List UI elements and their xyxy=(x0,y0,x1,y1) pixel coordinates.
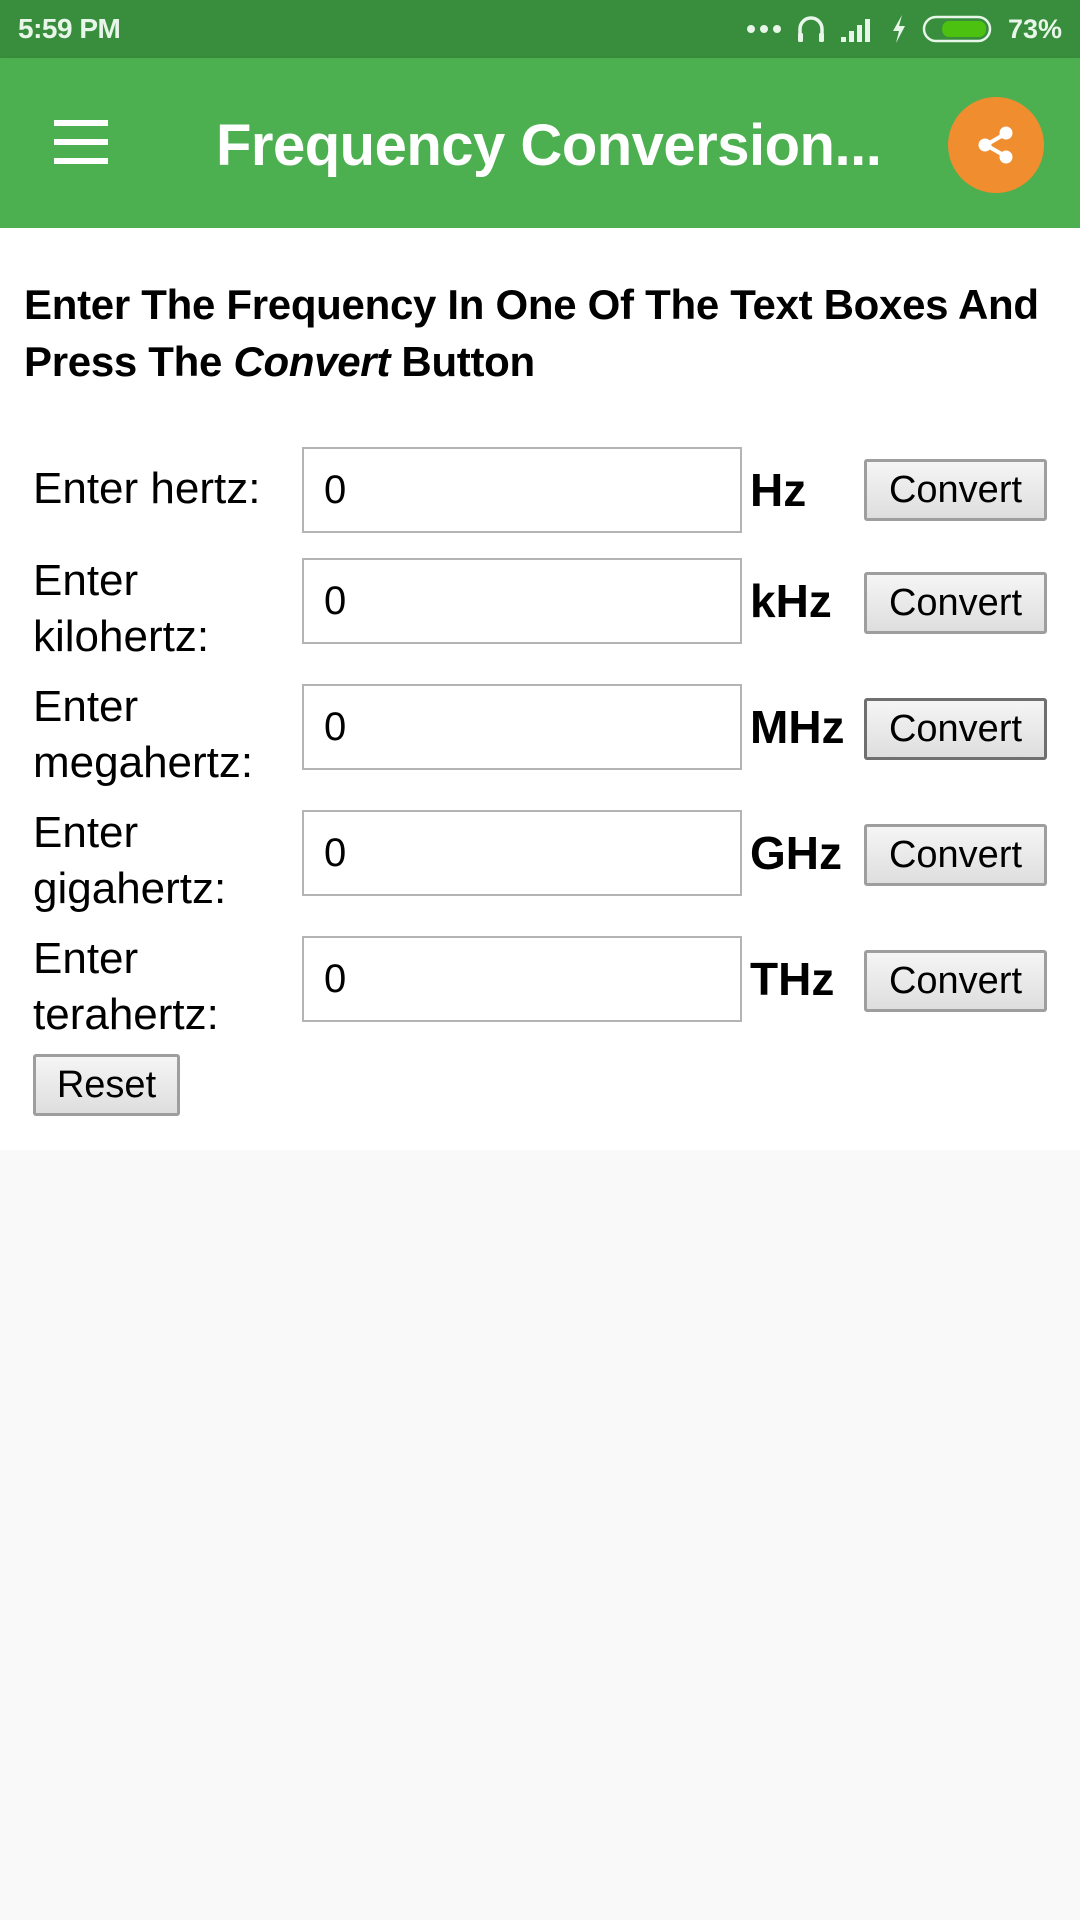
gigahertz-input[interactable] xyxy=(302,810,742,896)
converter-panel: Enter The Frequency In One Of The Text B… xyxy=(0,228,1080,1150)
convert-megahertz-button[interactable]: Convert xyxy=(864,698,1047,760)
share-icon xyxy=(978,126,1013,164)
reset-button[interactable]: Reset xyxy=(33,1054,180,1116)
megahertz-label: Enter megahertz: xyxy=(33,682,254,787)
battery-icon xyxy=(922,15,992,43)
hamburger-menu-icon[interactable] xyxy=(50,120,112,164)
convert-kilohertz-button[interactable]: Convert xyxy=(864,572,1047,634)
app-title: Frequency Conversion... xyxy=(216,113,882,178)
more-notifications-icon xyxy=(746,25,781,33)
gigahertz-label: Enter gigahertz: xyxy=(33,808,227,913)
status-bar: 5:59 PM 73% xyxy=(0,0,1080,58)
convert-hertz-button[interactable]: Convert xyxy=(864,459,1047,521)
megahertz-unit: MHz xyxy=(750,701,845,753)
kilohertz-unit: kHz xyxy=(750,575,832,627)
kilohertz-label: Enter kilohertz: xyxy=(33,556,210,661)
headphones-icon xyxy=(797,16,824,42)
terahertz-unit: THz xyxy=(750,953,835,1005)
megahertz-input[interactable] xyxy=(302,684,742,770)
hertz-input[interactable] xyxy=(302,447,742,533)
share-button[interactable] xyxy=(948,97,1044,193)
gigahertz-unit: GHz xyxy=(750,827,842,879)
charging-icon xyxy=(892,15,905,43)
terahertz-input[interactable] xyxy=(302,936,742,1022)
hertz-label: Enter hertz: xyxy=(33,464,261,513)
terahertz-label: Enter terahertz: xyxy=(33,934,219,1039)
instruction-text-end: Button xyxy=(390,338,535,385)
instruction-emphasis: Convert xyxy=(233,338,391,385)
hertz-unit: Hz xyxy=(750,464,807,516)
status-icons: 73% xyxy=(746,14,1062,45)
convert-gigahertz-button[interactable]: Convert xyxy=(864,824,1047,886)
signal-icon xyxy=(840,19,870,42)
status-time: 5:59 PM xyxy=(18,13,121,44)
app-bar: Frequency Conversion... xyxy=(0,58,1080,228)
battery-percent: 73% xyxy=(1007,13,1062,44)
instruction-heading: Enter The Frequency In One Of The Text B… xyxy=(24,276,1064,390)
convert-terahertz-button[interactable]: Convert xyxy=(864,950,1047,1012)
kilohertz-input[interactable] xyxy=(302,558,742,644)
